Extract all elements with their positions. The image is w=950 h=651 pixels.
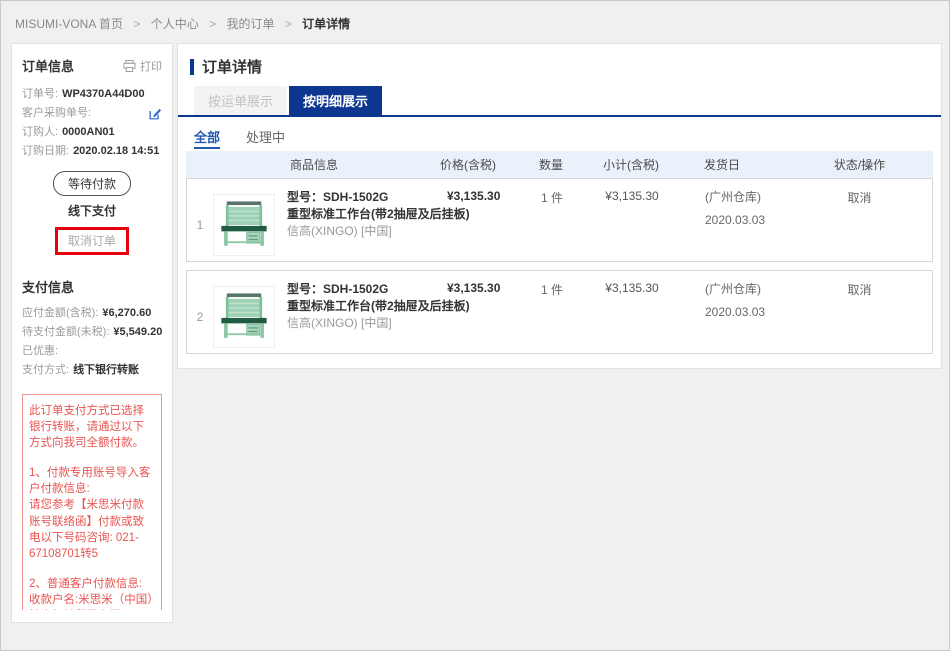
notice-section2-title: 2、普通客户付款信息:	[29, 576, 155, 592]
order-date-value: 2020.02.18 14:51	[73, 142, 159, 161]
notice-paragraph: 此订单支付方式已选择银行转账，请通过以下方式向我司全额付款。	[29, 403, 155, 451]
col-subtotal: 小计(含税)	[586, 156, 676, 173]
breadcrumb-separator: >	[285, 17, 292, 31]
item-price: ¥3,135.30	[437, 281, 517, 295]
tab-by-shipment[interactable]: 按运单展示	[194, 86, 287, 115]
no-more-indicator: 没有更多	[186, 362, 933, 369]
table-row: 1	[186, 178, 933, 262]
product-brand: 信高(XINGO) [中国]	[287, 223, 437, 240]
table-row: 2	[186, 270, 933, 354]
printer-icon	[123, 60, 136, 72]
order-info-sidebar: 订单信息 打印 订单号: WP4370A44D00 客户采购单号:	[11, 43, 173, 623]
discount-field: 已优惠:	[22, 342, 162, 361]
order-number-value: WP4370A44D00	[62, 85, 145, 104]
payable-amount-field: 应付金额(含税): ¥6,270.60	[22, 304, 162, 323]
print-button[interactable]: 打印	[123, 58, 162, 74]
product-description: 重型标准工作台(带2抽屉及后挂板)	[287, 298, 437, 315]
product-brand: 信高(XINGO) [中国]	[287, 315, 437, 332]
unpaid-amount-field: 待支付金额(未税): ¥5,549.20	[22, 323, 162, 342]
order-items-table: 商品信息 价格(含税) 数量 小计(含税) 发货日 状态/操作 1	[186, 151, 933, 369]
col-quantity: 数量	[516, 156, 586, 173]
order-detail-page: MISUMI-VONA 首页 > 个人中心 > 我的订单 > 订单详情 订单信息…	[0, 0, 950, 651]
customer-po-label: 客户采购单号:	[22, 104, 91, 123]
item-warehouse: (广州仓库)	[705, 189, 787, 205]
item-ship-date: 2020.03.03	[705, 304, 787, 320]
cancel-order-annotation: 取消订单	[55, 227, 129, 255]
breadcrumb-my-orders[interactable]: 我的订单	[226, 17, 274, 31]
order-number-label: 订单号:	[22, 85, 58, 104]
product-model: 型号：SDH-1502G	[287, 281, 437, 298]
breadcrumb: MISUMI-VONA 首页 > 个人中心 > 我的订单 > 订单详情	[15, 15, 350, 32]
col-price: 价格(含税)	[436, 156, 516, 173]
col-product-info: 商品信息	[286, 156, 436, 173]
payable-amount-label: 应付金额(含税):	[22, 304, 98, 323]
breadcrumb-user-center[interactable]: 个人中心	[151, 17, 199, 31]
payment-method-value: 线下银行转账	[73, 361, 139, 380]
breadcrumb-home[interactable]: MISUMI-VONA 首页	[15, 17, 123, 31]
product-description: 重型标准工作台(带2抽屉及后挂板)	[287, 206, 437, 223]
tab-by-detail[interactable]: 按明细展示	[289, 86, 382, 115]
product-model: 型号：SDH-1502G	[287, 189, 437, 206]
edit-icon[interactable]	[148, 107, 162, 121]
orderer-field: 订购人: 0000AN01	[22, 123, 162, 142]
order-info-title: 订单信息	[22, 56, 74, 75]
payment-mode-label: 线下支付	[22, 202, 162, 219]
unpaid-amount-value: ¥5,549.20	[113, 323, 162, 342]
row-index: 2	[187, 310, 213, 324]
row-index: 1	[187, 218, 213, 232]
payment-method-label: 支付方式:	[22, 361, 69, 380]
item-ship-date: 2020.03.03	[705, 212, 787, 228]
breadcrumb-separator: >	[133, 17, 140, 31]
orderer-value: 0000AN01	[62, 123, 115, 142]
item-status: 取消	[787, 189, 932, 206]
filter-subtabs: 全部 处理中	[178, 117, 941, 149]
item-subtotal: ¥3,135.30	[587, 281, 677, 295]
payment-info-title: 支付信息	[22, 277, 162, 296]
workbench-icon	[215, 288, 273, 346]
notice-section1-title: 1、付款专用账号导入客户付款信息:	[29, 465, 155, 497]
table-header-row: 商品信息 价格(含税) 数量 小计(含税) 发货日 状态/操作	[186, 151, 933, 178]
item-status: 取消	[787, 281, 932, 298]
notice-payee-name: 收款户名:米思米（中国）精密机械贸易有限公司	[29, 592, 155, 610]
item-subtotal: ¥3,135.30	[587, 189, 677, 203]
notice-section1-body: 请您参考【米思米付款账号联络函】付款或致电以下号码咨询: 021-6710870…	[29, 497, 155, 561]
item-price: ¥3,135.30	[437, 189, 517, 203]
product-image[interactable]	[213, 286, 287, 348]
print-label: 打印	[140, 58, 162, 74]
customer-po-field: 客户采购单号:	[22, 104, 162, 123]
order-date-label: 订购日期:	[22, 142, 69, 161]
product-image[interactable]	[213, 194, 287, 256]
orderer-label: 订购人:	[22, 123, 58, 142]
workbench-icon	[215, 196, 273, 254]
order-number-field: 订单号: WP4370A44D00	[22, 85, 162, 104]
bank-transfer-notice: 此订单支付方式已选择银行转账，请通过以下方式向我司全额付款。 1、付款专用账号导…	[22, 394, 162, 610]
subtab-all[interactable]: 全部	[194, 127, 220, 149]
col-status-action: 状态/操作	[786, 156, 933, 173]
order-status-block: 等待付款 线下支付 取消订单	[22, 171, 162, 255]
item-quantity: 1 件	[517, 281, 587, 298]
col-ship-date: 发货日	[676, 156, 786, 173]
cancel-order-button[interactable]: 取消订单	[68, 234, 116, 248]
breadcrumb-separator: >	[209, 17, 216, 31]
status-badge: 等待付款	[53, 171, 131, 196]
display-mode-tabs: 按运单展示 按明细展示	[178, 86, 941, 117]
item-quantity: 1 件	[517, 189, 587, 206]
order-detail-panel: 订单详情 按运单展示 按明细展示 全部 处理中 商品信息 价格(含税) 数量 小…	[177, 43, 942, 369]
unpaid-amount-label: 待支付金额(未税):	[22, 323, 109, 342]
discount-label: 已优惠:	[22, 342, 58, 361]
item-warehouse: (广州仓库)	[705, 281, 787, 297]
title-accent-bar	[190, 59, 194, 75]
order-date-field: 订购日期: 2020.02.18 14:51	[22, 142, 162, 161]
subtab-processing[interactable]: 处理中	[246, 127, 285, 149]
payable-amount-value: ¥6,270.60	[102, 304, 151, 323]
payment-method-field: 支付方式: 线下银行转账	[22, 361, 162, 380]
breadcrumb-current: 订单详情	[302, 17, 350, 31]
page-title: 订单详情	[202, 56, 262, 77]
no-more-label: 没有更多	[535, 369, 583, 370]
